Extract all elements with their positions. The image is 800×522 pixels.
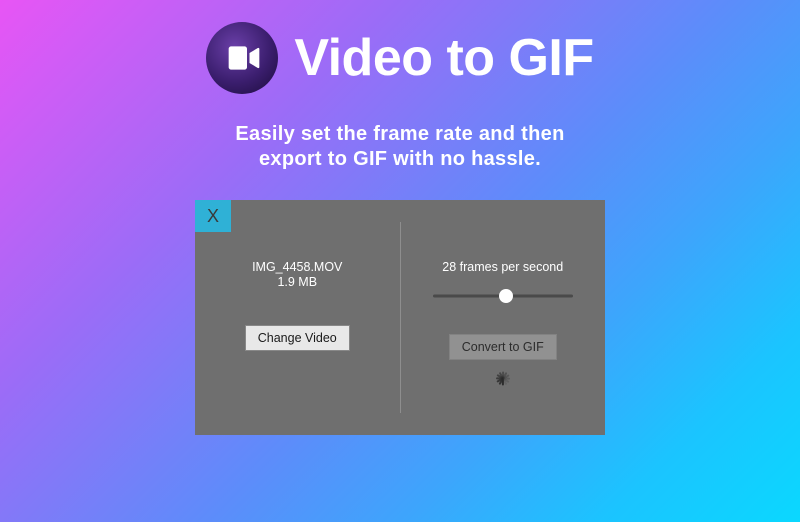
convert-button[interactable]: Convert to GIF — [449, 334, 557, 360]
app-window: X IMG_4458.MOV 1.9 MB Change Video 28 fr… — [195, 200, 605, 435]
framerate-slider[interactable] — [433, 288, 573, 304]
videocam-icon — [222, 38, 262, 78]
video-info-panel: IMG_4458.MOV 1.9 MB Change Video — [195, 222, 401, 413]
subtitle-line-1: Easily set the frame rate and then — [0, 122, 800, 147]
marketing-subtitle: Easily set the frame rate and then expor… — [0, 122, 800, 172]
convert-panel: 28 frames per second Convert to GIF — [401, 200, 606, 435]
loading-spinner-icon — [491, 378, 515, 402]
fps-label: 28 frames per second — [442, 260, 563, 274]
app-logo — [206, 22, 278, 94]
file-name-label: IMG_4458.MOV — [252, 260, 342, 274]
app-header: Video to GIF — [0, 22, 800, 94]
file-size-label: 1.9 MB — [277, 275, 317, 289]
slider-thumb[interactable] — [499, 289, 513, 303]
change-video-button[interactable]: Change Video — [245, 325, 350, 351]
app-title: Video to GIF — [294, 28, 593, 88]
subtitle-line-2: export to GIF with no hassle. — [0, 147, 800, 172]
